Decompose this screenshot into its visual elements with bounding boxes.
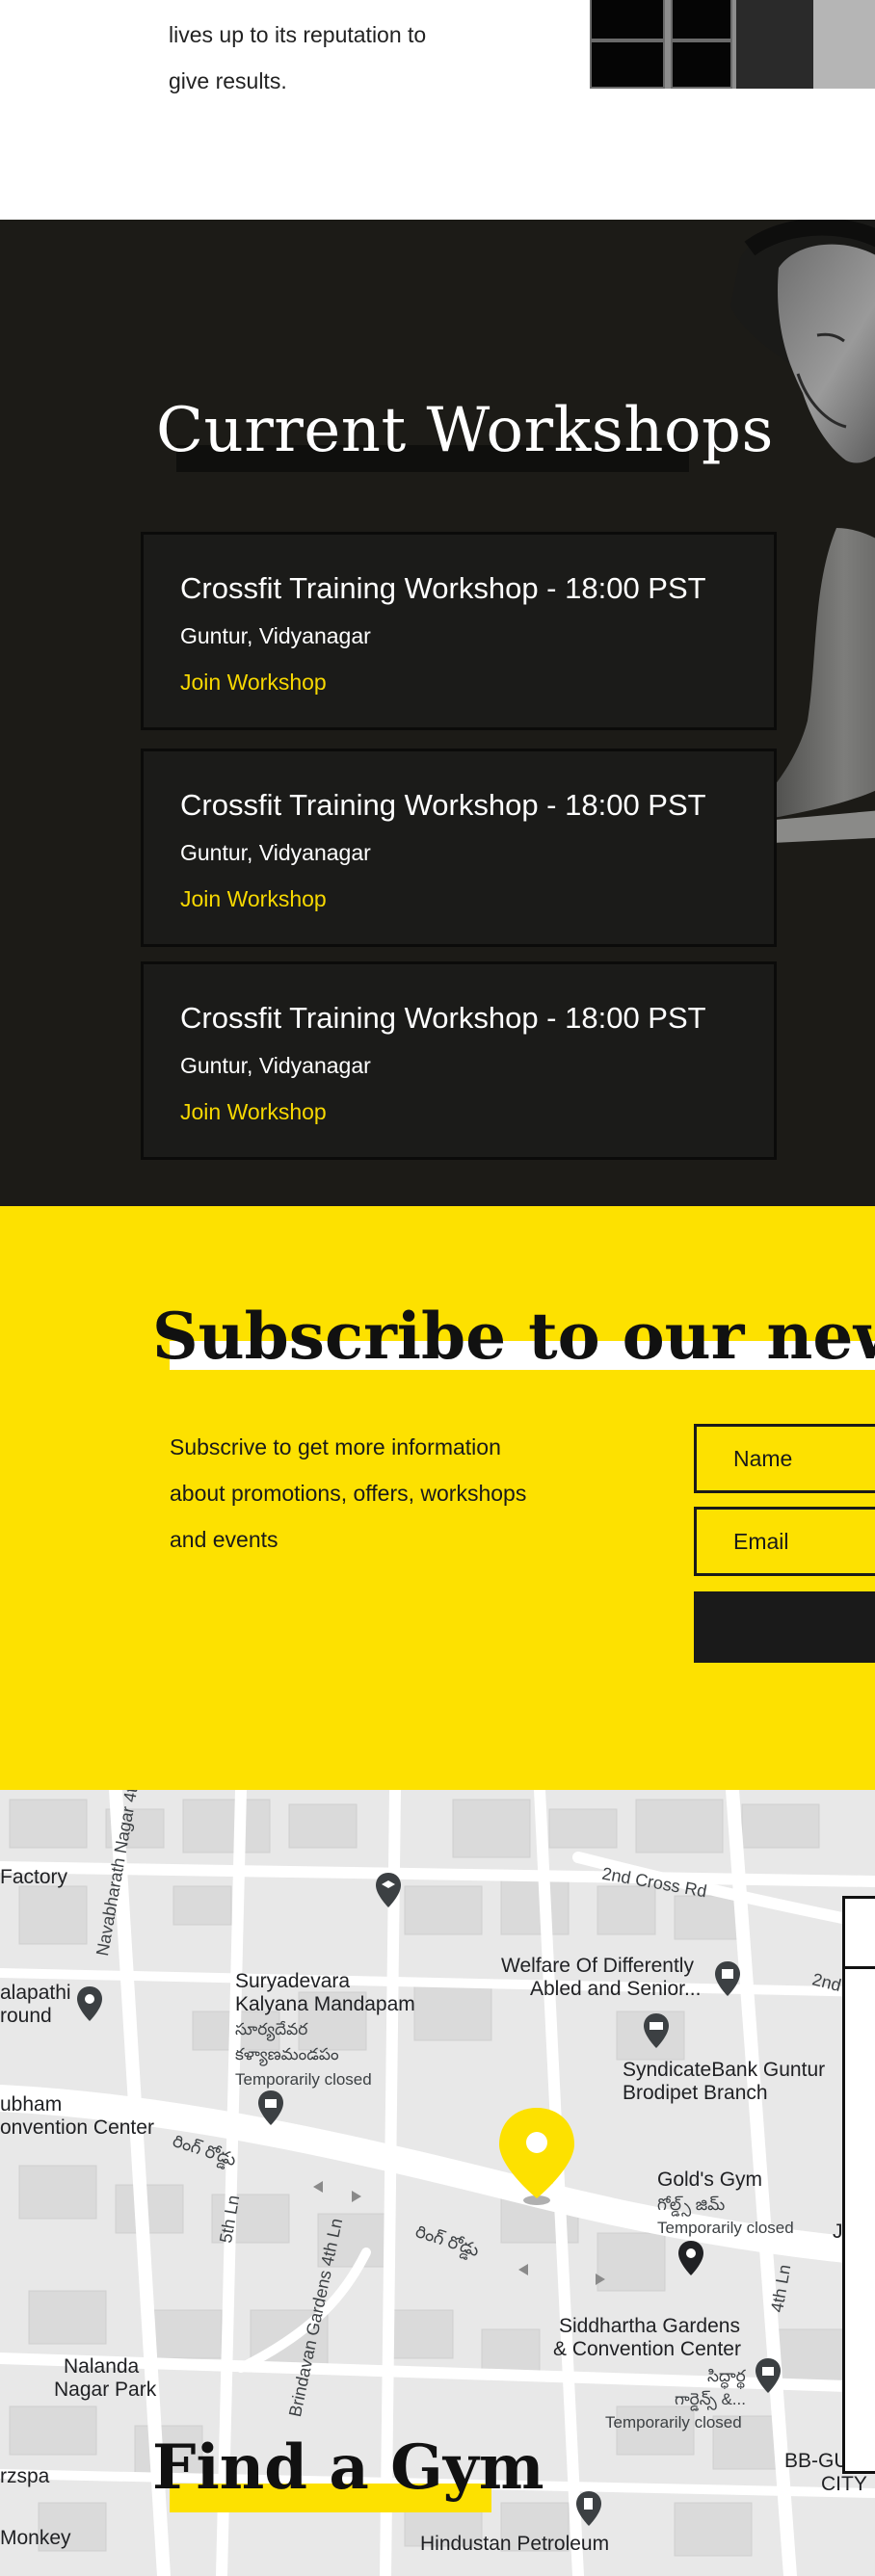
map-label: Gold's Gym	[657, 2169, 763, 2191]
map-label: & Convention Center	[553, 2338, 741, 2360]
map-label: Temporarily closed	[605, 2413, 742, 2431]
workshop-location: Guntur, Vidyanagar	[180, 1053, 371, 1078]
map-label: J	[833, 2221, 843, 2243]
find-gym-title: Find a Gym	[152, 2431, 544, 2504]
map-label: Nalanda	[64, 2355, 140, 2378]
intro-text-line: give results.	[169, 68, 287, 93]
intro-text-line: lives up to its reputation to	[169, 22, 427, 47]
newsletter-description-line: and events	[170, 1527, 278, 1552]
map-label: Abled and Senior...	[530, 1978, 702, 2000]
workshop-title: Crossfit Training Workshop - 18:00 PST	[180, 571, 706, 605]
newsletter-description-line: Subscrive to get more information	[170, 1434, 501, 1459]
workshop-card: Crossfit Training Workshop - 18:00 PST G…	[141, 532, 777, 730]
map-label: Kalyana Mandapam	[235, 1993, 415, 2015]
map-label: SyndicateBank Guntur	[623, 2059, 826, 2081]
place-marker-icon[interactable]	[75, 1985, 104, 2023]
intro-section: lives up to its reputation to give resul…	[0, 0, 875, 220]
map-label: Monkey	[0, 2527, 71, 2549]
map-section: Factory alapathi round ubham onvention C…	[0, 1790, 875, 2576]
map-label: Factory	[0, 1866, 68, 1888]
map-label: ubham	[0, 2093, 63, 2116]
name-field[interactable]: Name	[694, 1424, 875, 1493]
location-pin-icon[interactable]	[495, 2104, 578, 2208]
map-label: Hindustan Petroleum	[420, 2533, 610, 2555]
join-workshop-link[interactable]: Join Workshop	[180, 1099, 327, 1125]
newsletter-title: Subscribe to our newslett	[152, 1299, 875, 1374]
workshops-section: Current Workshops Crossfit Training Work…	[0, 220, 875, 1206]
map-label: గార్డెన్స్ &...	[675, 2390, 746, 2408]
map-label: Welfare Of Differently	[501, 1955, 694, 1977]
map-label: Temporarily closed	[657, 2219, 794, 2237]
workshop-card: Crossfit Training Workshop - 18:00 PST G…	[141, 961, 777, 1160]
workshop-location: Guntur, Vidyanagar	[180, 840, 371, 865]
school-marker-icon[interactable]	[374, 1871, 403, 1909]
gas-station-marker-icon[interactable]	[574, 2489, 603, 2528]
subscribe-button[interactable]	[694, 1591, 875, 1663]
map-label: Suryadevara	[235, 1970, 351, 1992]
venue-marker-icon[interactable]	[256, 2089, 285, 2127]
map-side-panel[interactable]	[842, 1896, 875, 2474]
building-marker-icon[interactable]	[713, 1959, 742, 1998]
map-label: సూర్యదేవర	[235, 2020, 308, 2038]
map-label: round	[0, 2005, 52, 2027]
workshop-title: Crossfit Training Workshop - 18:00 PST	[180, 1001, 706, 1035]
newsletter-description-line: about promotions, offers, workshops	[170, 1481, 527, 1506]
atm-marker-icon[interactable]	[642, 2011, 671, 2050]
workshop-card: Crossfit Training Workshop - 18:00 PST G…	[141, 749, 777, 947]
map-panel-toggle-button[interactable]	[842, 1896, 875, 1969]
join-workshop-link[interactable]: Join Workshop	[180, 670, 327, 696]
venue-marker-icon[interactable]	[754, 2356, 782, 2395]
map-label: Brodipet Branch	[623, 2082, 768, 2104]
map-label: Siddhartha Gardens	[559, 2315, 740, 2337]
email-field[interactable]: Email	[694, 1507, 875, 1576]
intro-building-photo	[590, 0, 875, 89]
map-label: rzspa	[0, 2465, 50, 2487]
workshop-location: Guntur, Vidyanagar	[180, 623, 371, 648]
map-label: గోల్డ్స్ జిమ్	[657, 2195, 726, 2214]
workshop-title: Crossfit Training Workshop - 18:00 PST	[180, 788, 706, 822]
map-label: alapathi	[0, 1982, 71, 2004]
gym-marker-icon[interactable]	[676, 2239, 705, 2277]
newsletter-section: Subscribe to our newslett Subscrive to g…	[0, 1206, 875, 1790]
workshops-title: Current Workshops	[156, 395, 774, 466]
map-label: Nagar Park	[54, 2379, 157, 2401]
join-workshop-link[interactable]: Join Workshop	[180, 886, 327, 912]
map-label: కళ్యాణమండపం	[235, 2045, 339, 2063]
map-label: సిద్ధార్థ	[707, 2367, 746, 2385]
map-label: CITY	[821, 2473, 867, 2495]
map-label: onvention Center	[0, 2116, 154, 2139]
